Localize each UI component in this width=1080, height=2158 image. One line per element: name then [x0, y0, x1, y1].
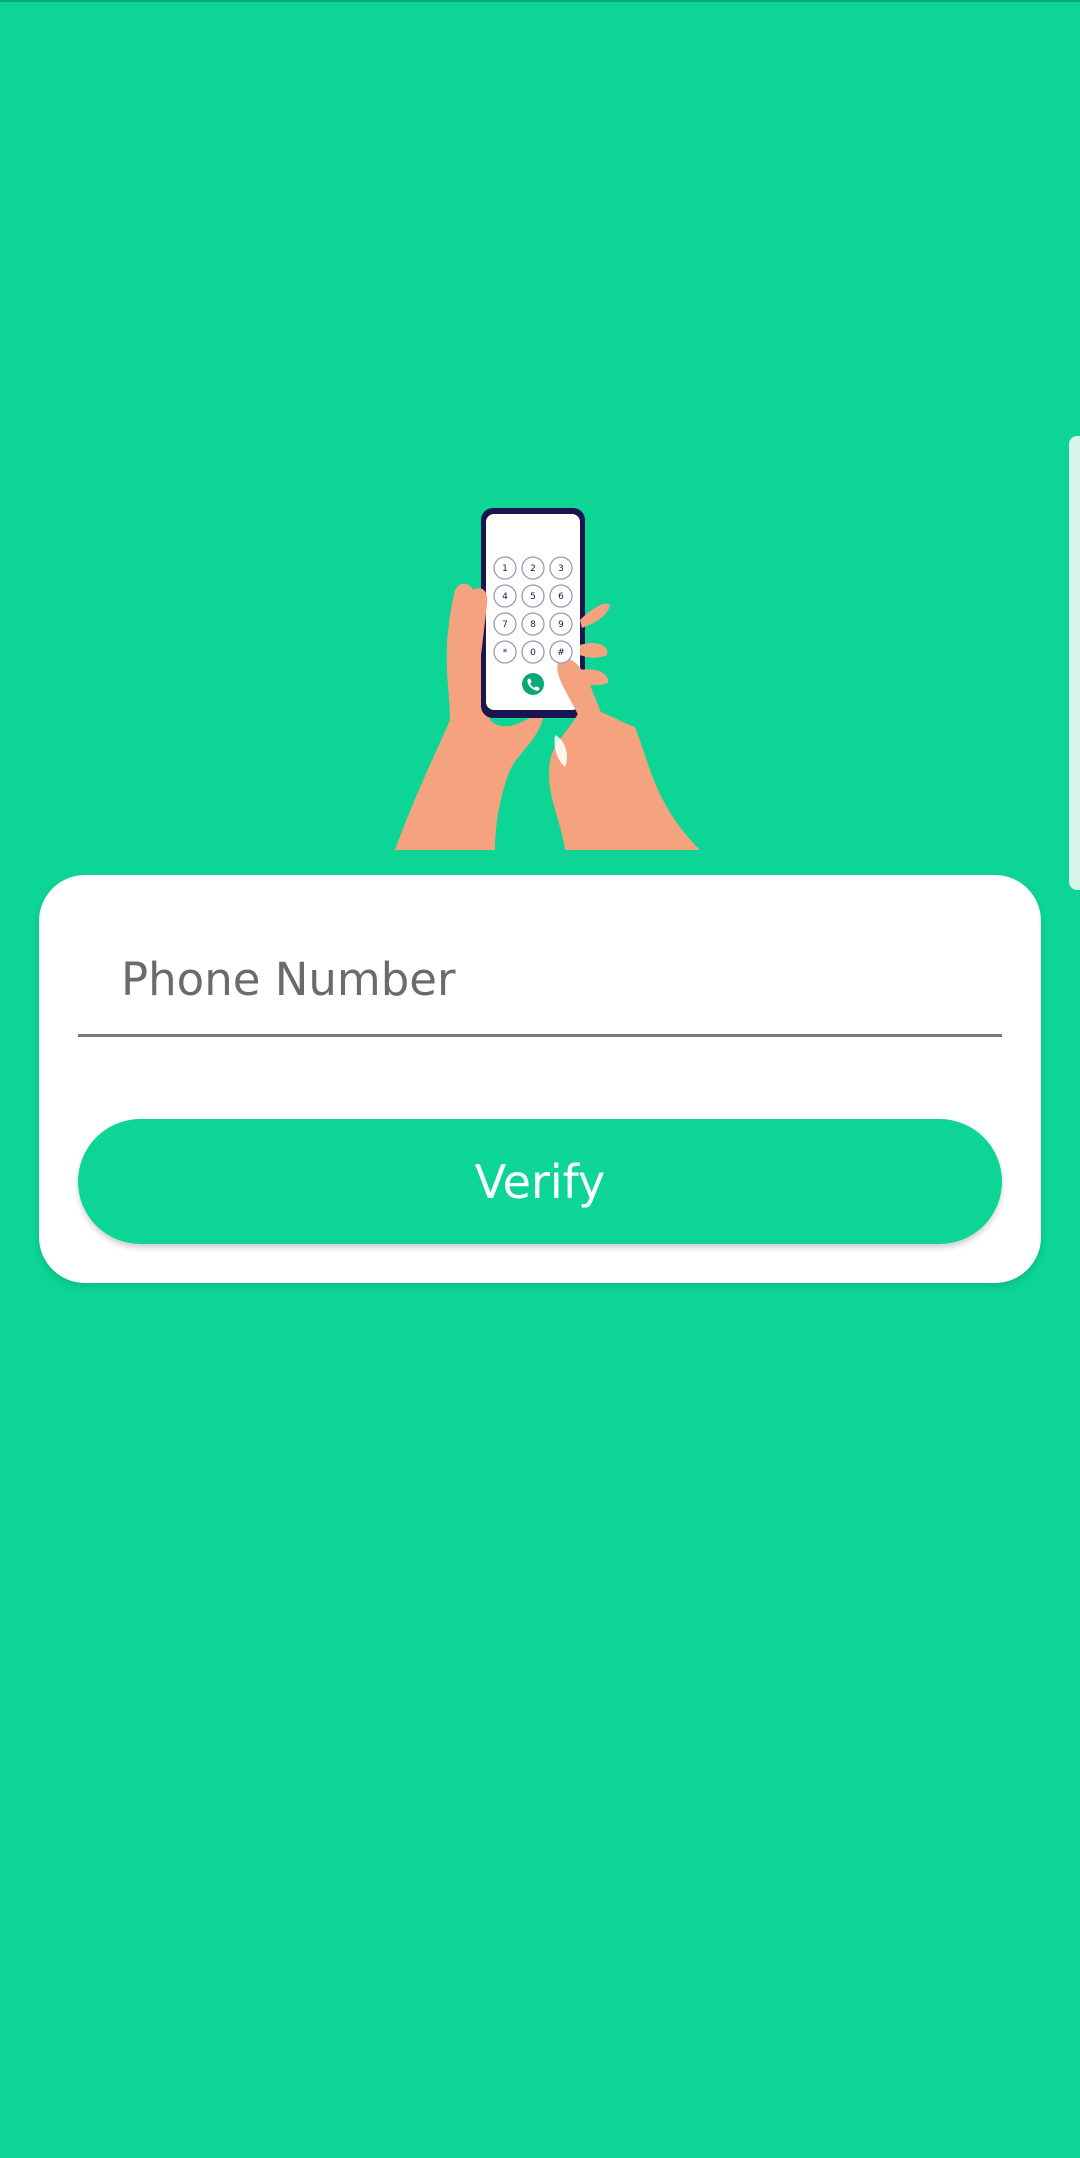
svg-text:1: 1 — [502, 564, 508, 574]
svg-text:6: 6 — [558, 592, 564, 602]
svg-text:4: 4 — [502, 592, 508, 602]
call-icon — [522, 673, 544, 695]
verification-card: Verify — [39, 875, 1041, 1283]
svg-text:*: * — [503, 648, 508, 658]
verify-button[interactable]: Verify — [78, 1119, 1002, 1244]
svg-text:5: 5 — [530, 592, 536, 602]
svg-text:0: 0 — [530, 648, 536, 658]
svg-text:8: 8 — [530, 620, 536, 630]
svg-text:9: 9 — [558, 620, 564, 630]
right-hand — [548, 708, 700, 850]
phone-number-input[interactable] — [78, 925, 1002, 1037]
status-bar-edge — [0, 0, 1080, 2]
edge-panel-handle[interactable] — [1069, 436, 1080, 890]
svg-text:#: # — [557, 648, 565, 658]
svg-text:2: 2 — [530, 564, 536, 574]
svg-text:3: 3 — [558, 564, 564, 574]
svg-text:7: 7 — [502, 620, 508, 630]
phone-dialpad-illustration: 1 2 3 4 5 6 7 8 9 * 0 # — [395, 505, 705, 850]
